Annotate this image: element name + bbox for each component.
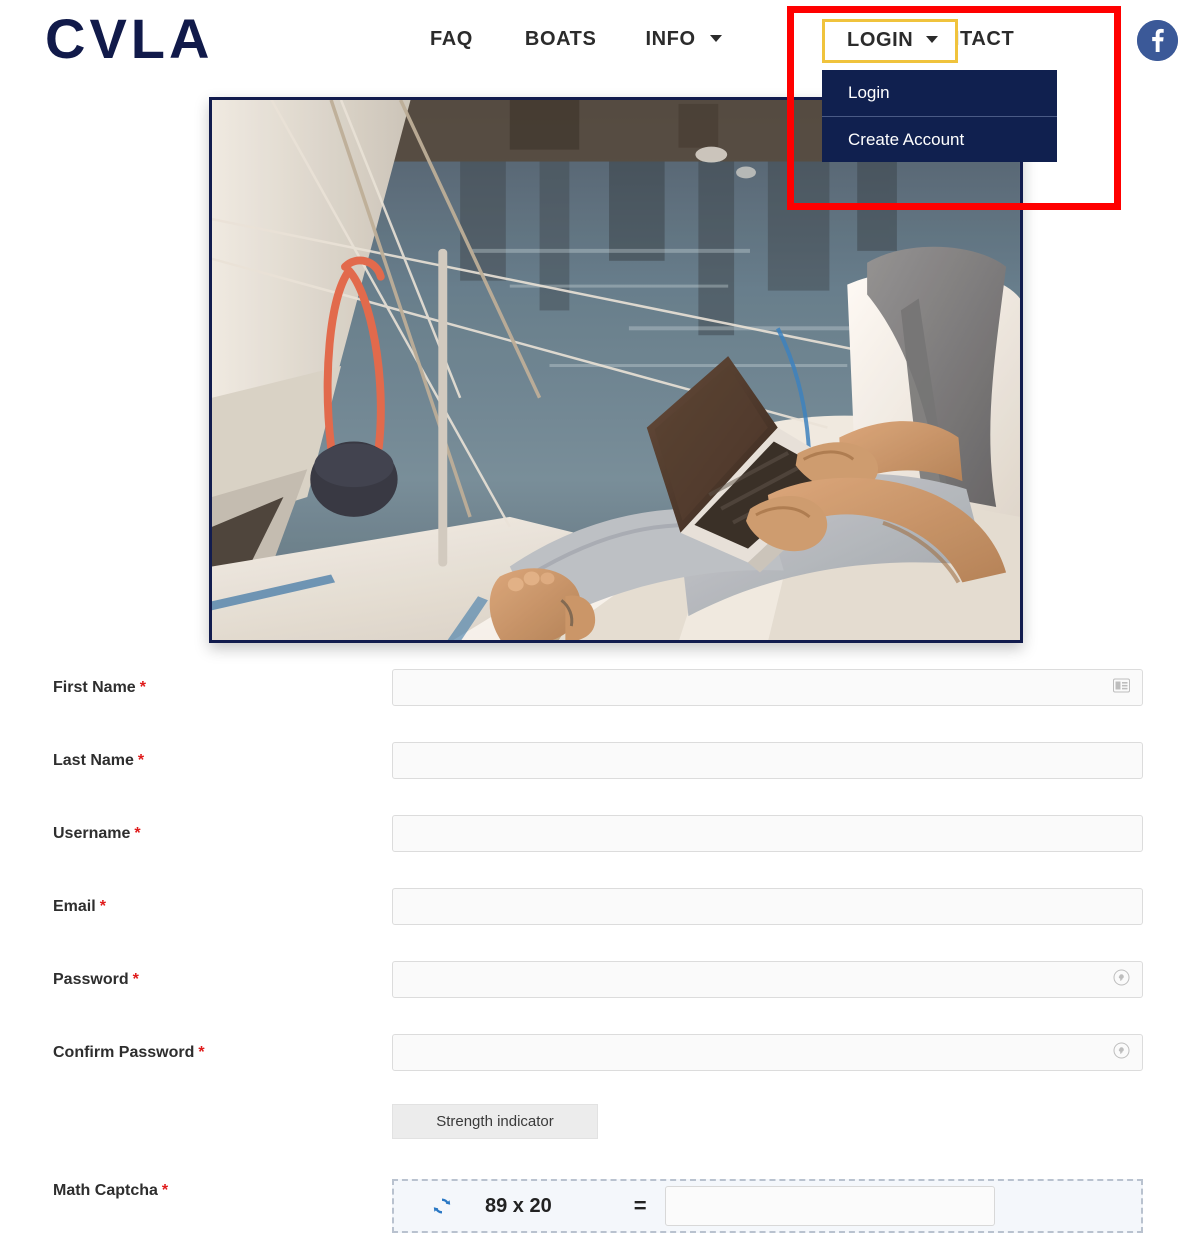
email-label-text: Email <box>53 898 96 915</box>
hero-illustration <box>212 100 1020 640</box>
username-input[interactable] <box>392 815 1143 852</box>
key-icon[interactable] <box>1113 1042 1130 1064</box>
nav-item-faq[interactable]: FAQ <box>430 22 473 57</box>
chevron-down-icon <box>925 36 938 43</box>
last-name-input[interactable] <box>392 742 1143 779</box>
nav-item-faq-label: FAQ <box>430 28 473 50</box>
key-icon[interactable] <box>1113 969 1130 991</box>
form-row-strength: Strength indicator <box>0 1098 1200 1160</box>
nav-item-info[interactable]: INFO <box>645 22 722 57</box>
username-label-text: Username <box>53 825 131 842</box>
nav-item-login-label: LOGIN <box>847 29 914 51</box>
password-input[interactable] <box>392 961 1143 998</box>
confirm-password-input[interactable] <box>392 1034 1143 1071</box>
chevron-down-icon <box>709 35 722 42</box>
nav-item-boats-label: BOATS <box>524 28 597 50</box>
math-captcha-label: Math Captcha * <box>53 1182 168 1200</box>
form-row-math-captcha: Math Captcha * 89 x 20 = <box>0 1160 1200 1250</box>
required-marker: * <box>137 752 145 769</box>
last-name-label-text: Last Name <box>53 752 134 769</box>
contact-card-icon[interactable] <box>1113 678 1130 697</box>
dropdown-item-create-account[interactable]: Create Account <box>822 116 1057 162</box>
refresh-icon[interactable] <box>430 1194 454 1218</box>
captcha-answer-input[interactable] <box>664 1186 995 1226</box>
facebook-icon[interactable] <box>1137 20 1178 61</box>
math-captcha-box: 89 x 20 = <box>392 1179 1143 1233</box>
math-captcha-label-text: Math Captcha <box>53 1182 158 1199</box>
confirm-password-label: Confirm Password * <box>53 1044 205 1062</box>
required-marker: * <box>198 1044 205 1061</box>
first-name-label-text: First Name <box>53 679 136 696</box>
first-name-label: First Name * <box>53 679 146 697</box>
email-input[interactable] <box>392 888 1143 925</box>
form-row-password: Password * <box>0 952 1200 1025</box>
nav-item-boats[interactable]: BOATS <box>525 22 597 57</box>
required-marker: * <box>134 825 141 842</box>
password-label-text: Password <box>53 971 129 988</box>
form-row-username: Username * <box>0 806 1200 879</box>
dropdown-item-login[interactable]: Login <box>822 70 1057 116</box>
required-marker: * <box>161 1182 169 1199</box>
site-logo[interactable]: CVLA <box>45 5 213 73</box>
email-label: Email * <box>53 898 106 916</box>
form-row-email: Email * <box>0 879 1200 952</box>
form-row-confirm-password: Confirm Password * <box>0 1025 1200 1098</box>
required-marker: * <box>139 679 146 696</box>
hero-image <box>209 97 1023 643</box>
username-label: Username * <box>53 825 141 843</box>
confirm-password-label-text: Confirm Password <box>53 1044 195 1061</box>
login-dropdown-menu: Login Create Account <box>822 70 1057 162</box>
equals-sign: = <box>633 1193 647 1218</box>
last-name-label: Last Name * <box>53 752 144 770</box>
registration-form: First Name * Last Name * Username * Emai… <box>0 660 1200 1250</box>
required-marker: * <box>99 898 106 915</box>
password-label: Password * <box>53 971 139 989</box>
required-marker: * <box>132 971 139 988</box>
first-name-input[interactable] <box>392 669 1143 706</box>
captcha-problem: 89 x 20 <box>485 1194 552 1217</box>
form-row-first-name: First Name * <box>0 660 1200 733</box>
facebook-glyph <box>1137 20 1178 61</box>
form-row-last-name: Last Name * <box>0 733 1200 806</box>
nav-item-info-label: INFO <box>645 28 696 50</box>
password-strength-indicator: Strength indicator <box>392 1104 598 1139</box>
nav-item-login-wrapper: LOGIN <box>822 19 958 63</box>
nav-item-login[interactable]: LOGIN <box>822 19 958 63</box>
